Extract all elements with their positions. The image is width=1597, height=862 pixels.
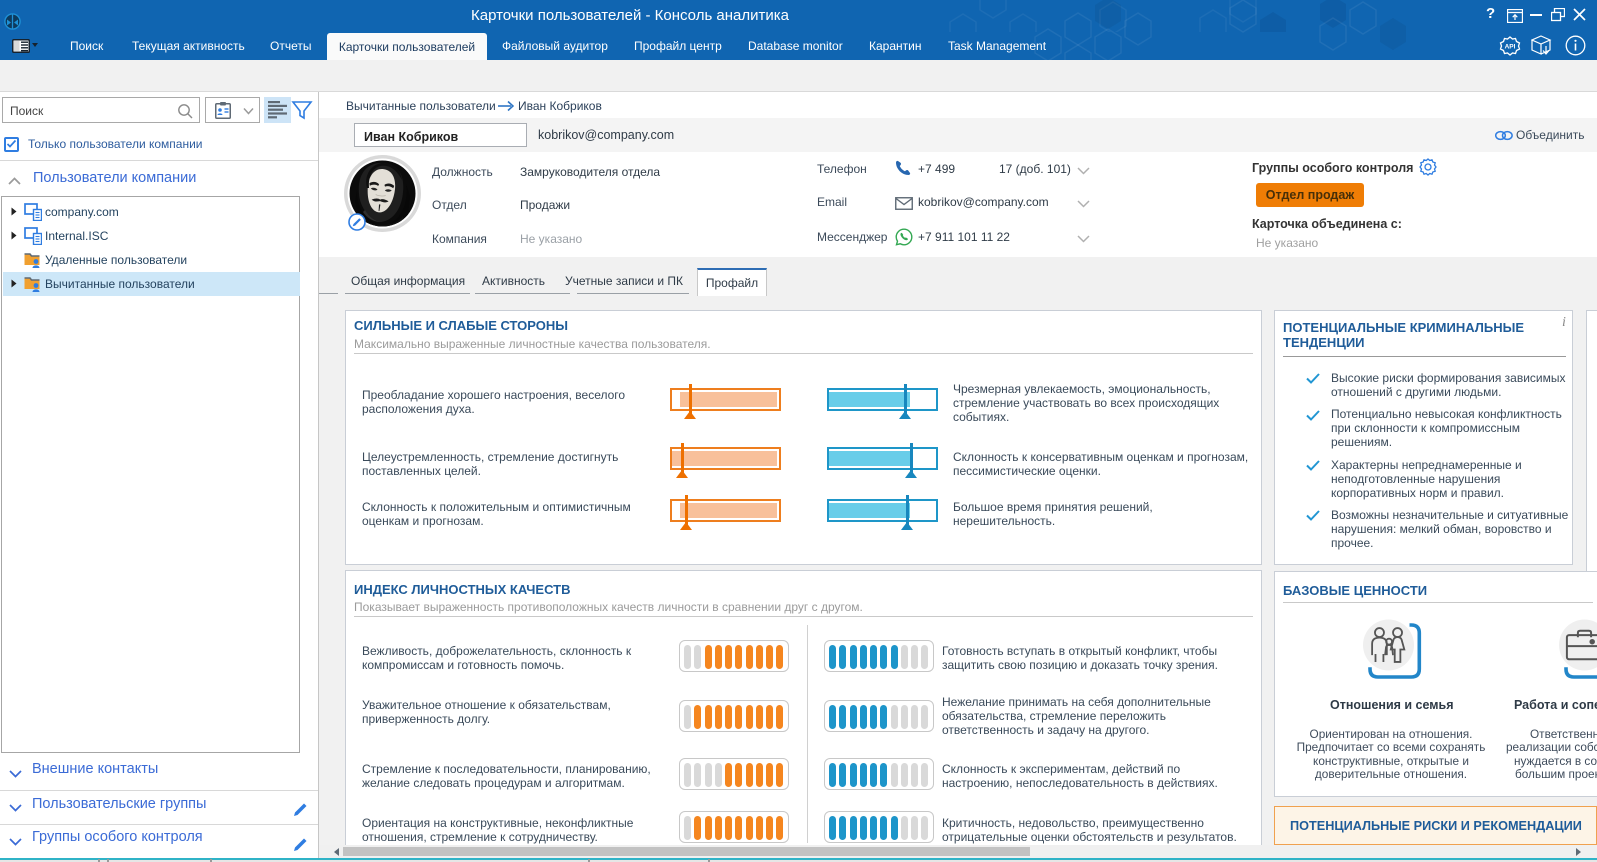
svg-text:API: API — [1505, 44, 1516, 51]
